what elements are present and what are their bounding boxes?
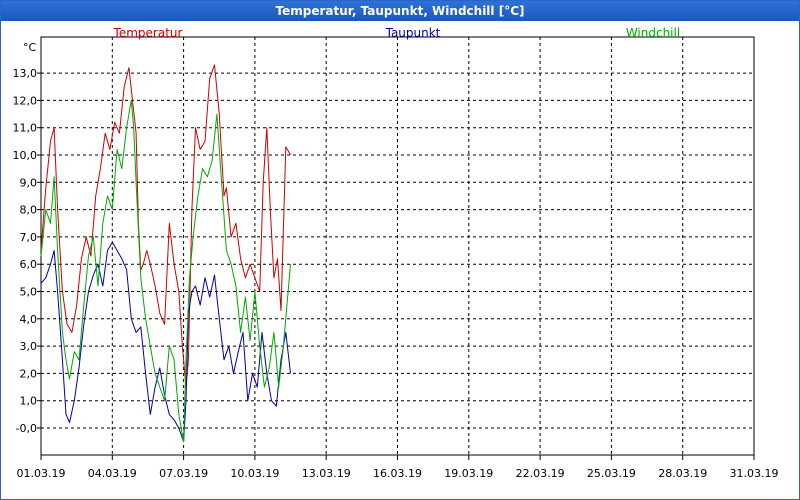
- y-tick-label: 13,0: [13, 67, 38, 80]
- y-tick-label: 11,0: [13, 122, 38, 135]
- series-line-temperatur: [40, 64, 291, 388]
- x-tick-label: 25.03.19: [587, 467, 636, 480]
- x-tick-label: 10.03.19: [230, 467, 279, 480]
- x-axis: 01.03.19 04.03.19 07.03.19 10.03.19 13.03.19…: [17, 455, 779, 480]
- legend-item-windchill: Windchill: [626, 26, 680, 40]
- x-tick-label: 04.03.19: [88, 467, 137, 480]
- legend-item-temperatur: Temperatur: [113, 26, 183, 40]
- y-tick-label: 6,0: [20, 258, 38, 271]
- y-tick-label: 9,0: [20, 176, 38, 189]
- y-tick-label: 12,0: [13, 94, 38, 107]
- series-group: [40, 64, 291, 443]
- x-tick-label: 01.03.19: [17, 467, 66, 480]
- chart-window: Temperatur, Taupunkt, Windchill [°C] -0,…: [0, 0, 800, 500]
- x-tick-label: 16.03.19: [373, 467, 422, 480]
- y-tick-label: 3,0: [20, 340, 38, 353]
- y-tick-label: 8,0: [20, 204, 38, 217]
- x-tick-label: 19.03.19: [444, 467, 493, 480]
- y-tick-label: 7,0: [20, 231, 38, 244]
- x-tick-label: 07.03.19: [159, 467, 208, 480]
- window-title: Temperatur, Taupunkt, Windchill [°C]: [1, 1, 799, 21]
- y-tick-label: 4,0: [20, 313, 38, 326]
- y-axis-unit-label: °C: [23, 41, 37, 54]
- x-tick-label: 13.03.19: [302, 467, 351, 480]
- y-tick-label: 1,0: [20, 395, 38, 408]
- series-line-windchill: [40, 99, 291, 443]
- y-tick-label: 2,0: [20, 367, 38, 380]
- y-tick-label: 5,0: [20, 286, 38, 299]
- x-tick-label: 22.03.19: [516, 467, 565, 480]
- y-tick-label: -0,0: [16, 422, 37, 435]
- x-tick-label: 31.03.19: [730, 467, 779, 480]
- x-tick-label: 28.03.19: [658, 467, 707, 480]
- y-axis: -0,0 1,0 2,0 3,0 4,0 5,0 6,0 7,0 8,0 9,0 10,0 11,0 1…: [13, 67, 41, 435]
- legend: Temperatur Taupunkt Windchill: [113, 26, 681, 40]
- legend-item-taupunkt: Taupunkt: [385, 26, 441, 40]
- line-chart: -0,0 1,0 2,0 3,0 4,0 5,0 6,0 7,0 8,0 9,0 10,0 11,0 1…: [13, 26, 779, 480]
- y-tick-label: 10,0: [13, 149, 38, 162]
